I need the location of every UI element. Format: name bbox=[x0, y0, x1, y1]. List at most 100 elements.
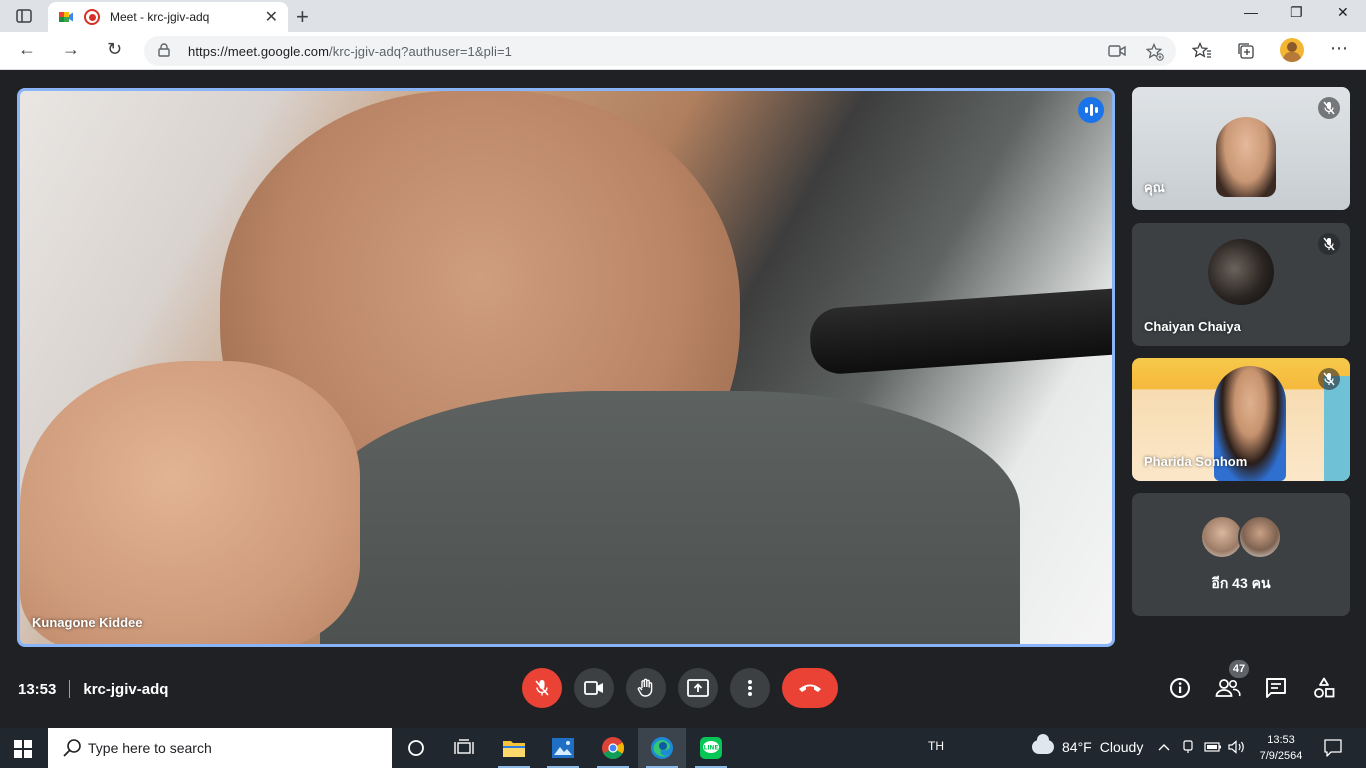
participant-video-self bbox=[1216, 117, 1276, 197]
collections-icon[interactable] bbox=[1237, 42, 1255, 60]
address-bar[interactable]: https://meet.google.com/krc-jgiv-adq?aut… bbox=[144, 36, 1176, 66]
clock-time: 13:53 bbox=[1267, 734, 1295, 746]
volume-icon[interactable] bbox=[1228, 740, 1246, 754]
browser-toolbar: ← → ↻ https://meet.google.com/krc-jgiv-a… bbox=[0, 32, 1366, 70]
others-tile[interactable]: อีก 43 คน bbox=[1132, 493, 1350, 616]
main-video-tile[interactable]: Kunagone Kiddee bbox=[17, 88, 1115, 647]
others-count-label: อีก 43 คน bbox=[1211, 575, 1271, 591]
task-view-button[interactable] bbox=[440, 728, 488, 768]
svg-text:LINE: LINE bbox=[704, 745, 719, 751]
photos-button[interactable] bbox=[539, 728, 587, 768]
raise-hand-button[interactable] bbox=[626, 668, 666, 708]
profile-avatar-head bbox=[1287, 42, 1297, 52]
people-button[interactable] bbox=[1215, 675, 1241, 701]
speaking-bar bbox=[1094, 107, 1098, 113]
participant-background-panel bbox=[1324, 376, 1350, 481]
system-clock[interactable]: 13:53 7/9/2564 bbox=[1256, 732, 1306, 764]
more-vert-icon bbox=[748, 680, 752, 696]
present-screen-button[interactable] bbox=[678, 668, 718, 708]
chat-button[interactable] bbox=[1263, 675, 1289, 701]
cortana-button[interactable] bbox=[392, 728, 440, 768]
participant-name: Pharida Sonhom bbox=[1144, 454, 1248, 469]
participant-tile-pharida[interactable]: Pharida Sonhom bbox=[1132, 358, 1350, 481]
mic-off-icon bbox=[1318, 97, 1340, 119]
tab-actions-button[interactable] bbox=[10, 6, 38, 26]
leave-call-button[interactable] bbox=[782, 668, 838, 708]
meeting-details-button[interactable] bbox=[1167, 675, 1193, 701]
tab-title: Meet - krc-jgiv-adq bbox=[110, 10, 210, 24]
weather-temp: 84°F bbox=[1062, 739, 1092, 755]
notifications-icon[interactable] bbox=[1324, 739, 1342, 757]
lock-icon[interactable] bbox=[158, 43, 170, 57]
camera-icon bbox=[584, 681, 603, 695]
back-button[interactable]: ← bbox=[18, 39, 36, 60]
windows-logo-icon bbox=[14, 740, 22, 748]
speaking-bar bbox=[1084, 107, 1088, 113]
meeting-info: 13:53 krc-jgiv-adq bbox=[18, 680, 168, 698]
windows-logo-icon bbox=[24, 750, 32, 758]
windows-logo-icon bbox=[24, 740, 32, 748]
camera-permission-icon[interactable] bbox=[1108, 44, 1126, 58]
weather-widget[interactable]: 84°F Cloudy bbox=[1032, 734, 1143, 755]
url-text[interactable]: https://meet.google.com/krc-jgiv-adq?aut… bbox=[188, 44, 512, 59]
windows-taskbar: Type here to search LINE TH 84°F Cloudy … bbox=[0, 728, 1366, 768]
url-host: https://meet.google.com bbox=[188, 44, 330, 59]
search-placeholder: Type here to search bbox=[88, 740, 212, 756]
taskbar-search-box[interactable]: Type here to search bbox=[48, 728, 392, 768]
google-meet-icon bbox=[59, 12, 73, 22]
task-view-icon bbox=[454, 739, 474, 754]
divider bbox=[69, 680, 71, 698]
chrome-icon bbox=[602, 737, 624, 759]
people-count-badge: 47 bbox=[1229, 660, 1249, 678]
main-video-hand bbox=[20, 361, 360, 644]
cloudy-icon bbox=[1032, 734, 1054, 754]
speaking-indicator-icon bbox=[1078, 97, 1104, 123]
main-video-microphone bbox=[808, 288, 1112, 376]
people-icon bbox=[1215, 679, 1241, 697]
add-favorite-icon[interactable] bbox=[1146, 43, 1164, 61]
cortana-icon bbox=[408, 740, 424, 756]
present-screen-icon bbox=[687, 679, 709, 697]
windows-logo-icon bbox=[14, 750, 22, 758]
reload-button[interactable]: ↻ bbox=[107, 39, 122, 60]
speaking-bar bbox=[1089, 104, 1093, 116]
settings-menu-icon[interactable]: ⋯ bbox=[1330, 38, 1348, 59]
participant-avatar bbox=[1238, 515, 1282, 559]
more-options-button[interactable] bbox=[730, 668, 770, 708]
raise-hand-icon bbox=[637, 678, 653, 697]
location-icon[interactable] bbox=[1182, 740, 1194, 754]
recording-icon bbox=[84, 9, 100, 25]
new-tab-button[interactable]: + bbox=[296, 4, 309, 30]
forward-button[interactable]: → bbox=[62, 39, 80, 60]
info-icon bbox=[1170, 678, 1190, 698]
start-button[interactable] bbox=[14, 740, 32, 758]
url-path: /krc-jgiv-adq?authuser=1&pli=1 bbox=[329, 44, 512, 59]
edge-button[interactable] bbox=[638, 728, 686, 768]
battery-icon[interactable] bbox=[1204, 742, 1222, 752]
tab-meet[interactable]: Meet - krc-jgiv-adq ✕ bbox=[48, 2, 288, 32]
mic-off-glyph bbox=[1323, 237, 1335, 251]
input-language[interactable]: TH bbox=[928, 739, 944, 753]
favorites-icon[interactable] bbox=[1192, 42, 1212, 60]
line-button[interactable]: LINE bbox=[687, 728, 735, 768]
tab-close-icon[interactable]: ✕ bbox=[265, 7, 278, 27]
close-window-button[interactable]: ✕ bbox=[1337, 4, 1349, 21]
search-icon bbox=[63, 739, 81, 757]
file-explorer-button[interactable] bbox=[490, 728, 538, 768]
main-video-suit bbox=[320, 391, 1020, 644]
activities-button[interactable] bbox=[1311, 675, 1337, 701]
minimize-button[interactable]: — bbox=[1244, 4, 1258, 20]
mic-off-icon bbox=[535, 680, 549, 696]
participant-tile-chaiyan[interactable]: Chaiyan Chaiya bbox=[1132, 223, 1350, 346]
participant-tile-self[interactable]: คุณ bbox=[1132, 87, 1350, 210]
photos-icon bbox=[552, 738, 574, 758]
restore-button[interactable]: ❐ bbox=[1290, 4, 1303, 21]
mic-toggle-button[interactable] bbox=[522, 668, 562, 708]
folder-icon bbox=[503, 741, 525, 757]
participant-name: คุณ bbox=[1144, 180, 1165, 195]
camera-toggle-button[interactable] bbox=[574, 668, 614, 708]
chrome-button[interactable] bbox=[589, 728, 637, 768]
profile-avatar[interactable] bbox=[1280, 38, 1304, 62]
mic-off-glyph bbox=[1323, 101, 1335, 115]
show-hidden-icons-icon[interactable] bbox=[1158, 743, 1170, 751]
